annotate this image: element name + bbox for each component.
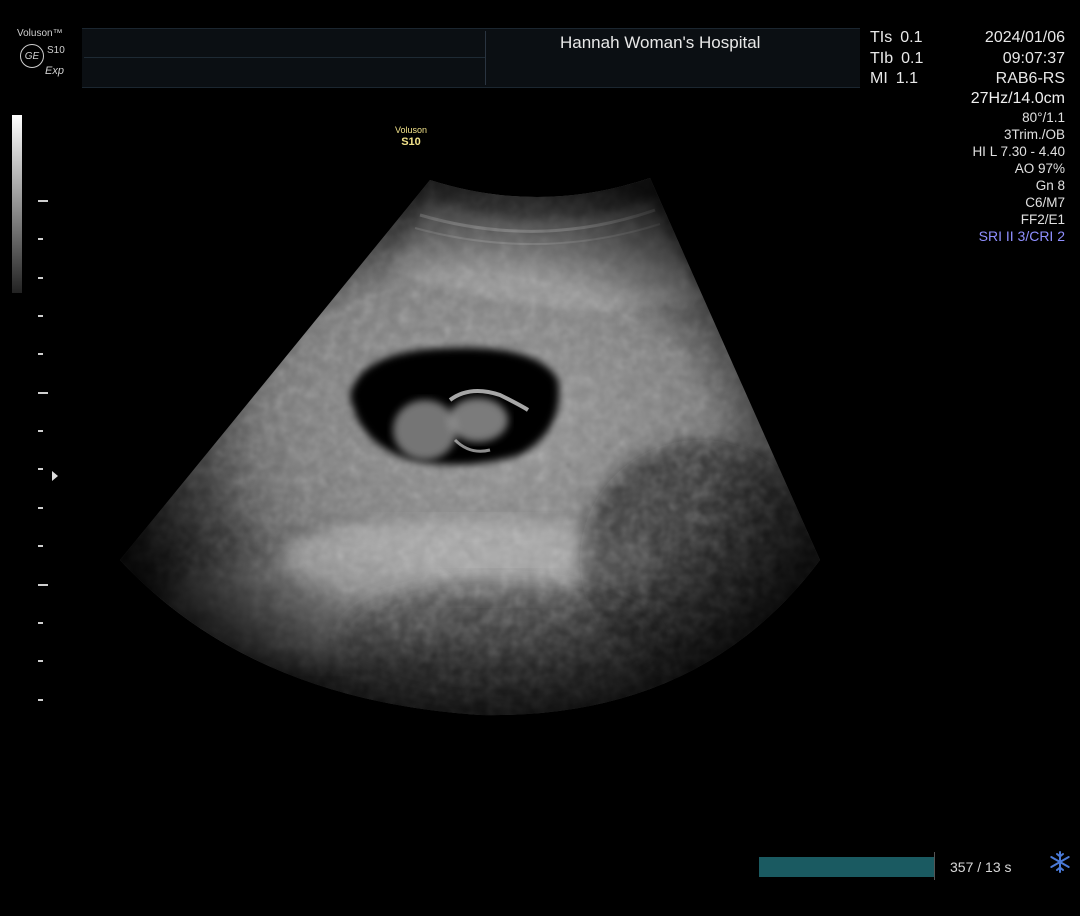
cine-separator [934,852,935,880]
depth-tick [38,584,48,586]
ff-setting: FF2/E1 [1020,212,1065,227]
brand-label: Voluson™ [17,28,63,39]
probe-label-model: S10 [401,136,421,148]
focus-marker[interactable] [52,471,58,481]
top-bar: Voluson™ GE S10 Exp Hannah Woman's Hospi… [0,0,1080,90]
cine-progress-bar[interactable] [759,857,935,877]
depth-tick [38,699,43,701]
cm-setting: C6/M7 [1025,195,1065,210]
mi-label: MI [870,70,888,87]
preset: 3Trim./OB [1003,127,1065,142]
probe-label-brand: Voluson [395,125,428,135]
cine-counter: 357 / 13 s [950,859,1012,875]
tis-label: TIs [870,29,893,46]
tib-label: TIb [870,49,894,67]
depth-tick [38,430,43,432]
ultrasound-image [0,0,1080,911]
imaging-parameters: 27Hz/14.0cm 80°/1.1 3Trim./OB HI L 7.30 … [971,89,1065,245]
hospital-name: Hannah Woman's Hospital [560,33,761,52]
tib-value: 0.1 [901,49,924,67]
depth-tick [38,468,43,470]
acoustic-output: AO 97% [1014,161,1065,176]
greyscale-bar [12,115,22,293]
depth-tick [38,507,43,509]
probe-name: RAB6-RS [995,70,1065,87]
sri-setting: SRI II 3/CRI 2 [978,228,1065,244]
angle: 80°/1.1 [1022,110,1065,125]
model-label: S10 [47,45,65,56]
safety-indices: TIs 0.1 TIb 0.1 MI 1.1 [870,28,923,90]
time: 09:07:37 [1002,49,1065,67]
depth-scale [36,190,50,720]
depth-tick [38,315,43,317]
date: 2024/01/06 [984,29,1065,46]
variant-label: Exp [45,65,64,77]
depth-tick [38,353,43,355]
probe-label: Voluson S10 [395,124,427,148]
frame-depth: 27Hz/14.0cm [970,90,1065,107]
depth-tick [38,200,48,202]
ge-logo-icon: GE [20,44,44,68]
depth-tick [38,660,43,662]
datetime-block: 2024/01/06 09:07:37 RAB6-RS [985,28,1065,90]
harmonic: HI L 7.30 - 4.40 [972,144,1065,159]
snowflake-icon[interactable] [1048,850,1072,874]
depth-tick [38,238,43,240]
depth-tick [38,622,43,624]
gain: Gn 8 [1035,178,1065,193]
depth-tick [38,392,48,394]
mi-value: 1.1 [895,70,919,87]
depth-tick [38,277,43,279]
depth-tick [38,545,43,547]
tis-value: 0.1 [900,29,923,46]
